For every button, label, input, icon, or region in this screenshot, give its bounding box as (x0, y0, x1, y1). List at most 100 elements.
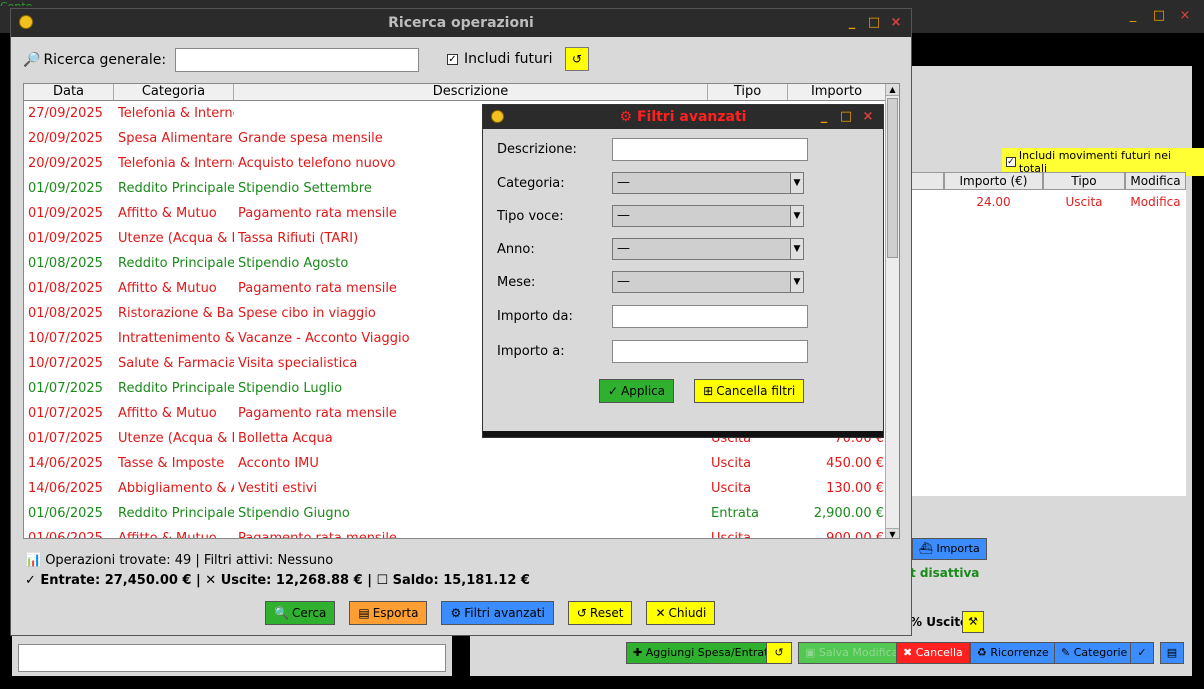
minimize-button[interactable]: _ (1126, 8, 1140, 23)
background-left-panel (12, 636, 452, 676)
document-icon: ▤ (1166, 646, 1178, 659)
categorie-button[interactable]: ✎ Categorie (1054, 642, 1135, 664)
gear-icon: ⚙ (619, 109, 633, 125)
reset-icon: ↺ (576, 606, 587, 620)
esporta-button[interactable]: ▤ Esporta (349, 601, 428, 625)
background-text-area[interactable] (18, 644, 446, 672)
add-icon: ✚ (633, 646, 646, 659)
scrollbar-thumb[interactable] (887, 98, 898, 258)
reset-button[interactable]: ↺ Reset (567, 601, 633, 625)
chevron-down-icon: ▼ (790, 239, 803, 259)
importa-label: Importa (936, 542, 980, 555)
applica-label: Applica (621, 384, 666, 398)
export-button[interactable]: ▤ (1160, 642, 1184, 664)
cell-importo: 900.00 € (826, 531, 884, 539)
close-button[interactable]: × (861, 105, 875, 129)
filters-bottom-edge (483, 431, 883, 437)
column-header-tipo[interactable]: Tipo (1043, 172, 1125, 190)
background-table-body: 24.00 Uscita Modifica (910, 190, 1186, 496)
column-header-descrizione[interactable]: Descrizione (234, 84, 708, 100)
mese-select[interactable]: — ▼ (612, 271, 804, 293)
edit-icon: ✎ (1061, 646, 1074, 659)
filter-anno-row: Anno: — ▼ (497, 238, 804, 260)
reset-label: Reset (589, 606, 624, 620)
anno-select[interactable]: — ▼ (612, 238, 804, 260)
column-header-modifica[interactable]: Modifica (1125, 172, 1186, 190)
refresh-button[interactable]: ↺ (565, 47, 589, 71)
table-row[interactable]: 01/06/2025 Affitto & Mutuo Pagamento rata … (24, 526, 899, 539)
tipo-select[interactable]: — ▼ (612, 205, 804, 227)
maximize-button[interactable]: □ (1152, 8, 1166, 23)
categoria-select[interactable]: — ▼ (612, 172, 804, 194)
cancella-label: Cancella (915, 646, 963, 659)
vertical-scrollbar[interactable]: ▲ ▼ (885, 84, 899, 538)
app-smiley-icon (491, 110, 504, 123)
operations-count: Operazioni trovate: 49 | Filtri attivi: … (45, 553, 334, 568)
importo-da-input[interactable] (612, 305, 808, 328)
column-header-importo[interactable]: Importo (788, 84, 886, 100)
scroll-down-icon[interactable]: ▼ (886, 528, 899, 538)
include-future-checkbox[interactable]: ✓ Includi futuri (447, 51, 553, 67)
cell-categoria: Telefonia & Internet (118, 106, 234, 121)
maximize-button[interactable]: □ (867, 9, 881, 37)
close-button[interactable]: × (1178, 8, 1192, 23)
table-row[interactable]: 14/06/2025 Abbigliamento & Accessori Vesti… (24, 476, 899, 501)
importa-button[interactable]: ⛴ Importa (912, 538, 987, 560)
cell-data: 01/09/2025 (28, 206, 103, 221)
column-header-tipo[interactable]: Tipo (708, 84, 788, 100)
filtri-avanzati-button[interactable]: ⚙ Filtri avanzati (441, 601, 554, 625)
search-label: Ricerca generale: (43, 52, 167, 68)
cell-categoria: Telefonia & Internet (118, 156, 234, 171)
cancella-button[interactable]: ✖ Cancella (896, 642, 970, 664)
refresh-icon: ↺ (774, 646, 784, 659)
column-header-importo[interactable]: Importo (€) (944, 172, 1043, 190)
import-icon: ⛴ (919, 542, 937, 555)
filters-button-bar: ✓ Applica ⊞ Cancella filtri (599, 379, 805, 403)
cell-data: 01/07/2025 (28, 381, 103, 396)
row-modifica-link[interactable]: Modifica (1125, 195, 1186, 209)
ricorrenze-label: Ricorrenze (990, 646, 1049, 659)
column-header-categoria[interactable]: Categoria (114, 84, 234, 100)
scroll-up-icon[interactable]: ▲ (886, 84, 899, 96)
row-tipo: Uscita (1065, 195, 1103, 209)
cell-data: 27/09/2025 (28, 106, 103, 121)
table-row[interactable]: 01/06/2025 Reddito Principale Stipendio Gi… (24, 501, 899, 526)
cell-data: 10/07/2025 (28, 331, 103, 346)
filter-importo-a-row: Importo a: (497, 340, 808, 363)
cancella-filtri-label: Cancella filtri (716, 384, 796, 398)
ricorrenze-button[interactable]: ♻ Ricorrenze (970, 642, 1056, 664)
include-future-label: Includi futuri (464, 51, 553, 67)
table-row[interactable]: 14/06/2025 Tasse & Imposte Acconto IMU Usci… (24, 451, 899, 476)
cell-categoria: Affitto & Mutuo (118, 206, 217, 221)
chevron-down-icon: ▼ (790, 206, 803, 226)
check-button[interactable]: ✓ (1130, 642, 1154, 664)
column-header-data[interactable]: Data (24, 84, 114, 100)
salva-modifica-button[interactable]: ▣ Salva Modifica (798, 642, 906, 664)
minimize-button[interactable]: _ (817, 105, 831, 129)
search-input[interactable] (175, 48, 419, 72)
dialog-titlebar[interactable]: Ricerca operazioni _ □ × (11, 9, 911, 37)
table-row[interactable]: 24.00 Uscita Modifica (910, 190, 1186, 214)
maximize-button[interactable]: □ (839, 105, 853, 129)
app-smiley-icon (19, 15, 33, 29)
chiudi-button[interactable]: ✕ Chiudi (646, 601, 716, 625)
filter-importo-da-row: Importo da: (497, 305, 808, 328)
checkbox-icon: ✓ (1006, 157, 1016, 167)
cell-importo: 130.00 € (826, 481, 884, 496)
minimize-button[interactable]: _ (845, 9, 859, 37)
bg-refresh-button[interactable]: ↺ (766, 642, 792, 664)
tools-button[interactable]: ⚒ (962, 611, 984, 633)
descrizione-input[interactable] (612, 138, 808, 161)
filters-titlebar[interactable]: ⚙ Filtri avanzati _ □ × (483, 105, 883, 129)
aggiungi-button[interactable]: ✚ Aggiungi Spesa/Entrata (626, 642, 783, 664)
cerca-button[interactable]: 🔍 Cerca (265, 601, 336, 625)
close-button[interactable]: × (889, 9, 903, 37)
totals-summary: ✓ Entrate: 27,450.00 € | ✕ Uscite: 12,26… (25, 573, 530, 588)
advanced-filters-dialog: ⚙ Filtri avanzati _ □ × Descrizione: Cat… (482, 104, 884, 438)
cell-categoria: Abbigliamento & Accessori (118, 481, 234, 496)
anno-label: Anno: (497, 241, 535, 257)
importo-a-input[interactable] (612, 340, 808, 363)
check-icon: ✓ (608, 384, 619, 398)
cancella-filtri-button[interactable]: ⊞ Cancella filtri (694, 379, 805, 403)
applica-button[interactable]: ✓ Applica (599, 379, 675, 403)
